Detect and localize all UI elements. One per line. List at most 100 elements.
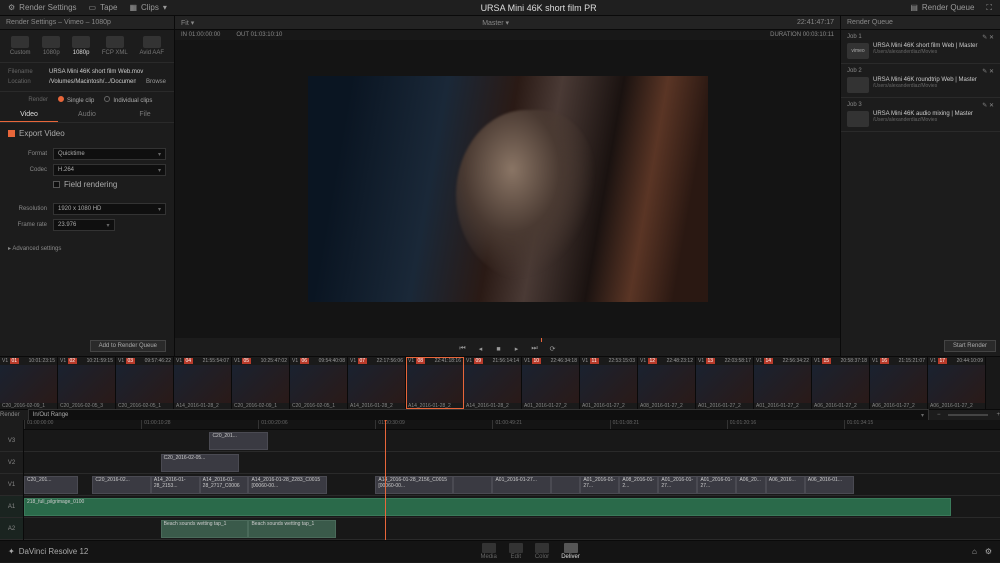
clip-thumb[interactable]: V1 1720:44:10:09A06_2016-01-27_2: [928, 357, 986, 409]
clip-thumb[interactable]: V1 1222:48:23:12A08_2016-01-27_2: [638, 357, 696, 409]
field-rendering-checkbox[interactable]: [53, 181, 60, 188]
master-dropdown[interactable]: Master: [482, 20, 503, 27]
timeline-clip[interactable]: A06_2016...: [766, 476, 805, 494]
resolution-select[interactable]: 1920 x 1080 HD: [53, 203, 166, 215]
timeline-clip[interactable]: C20_201...: [209, 432, 268, 450]
add-to-queue-button[interactable]: Add to Render Queue: [90, 340, 166, 352]
pencil-icon[interactable]: ✎: [982, 69, 987, 75]
zoom-in-icon[interactable]: +: [996, 412, 1000, 418]
timeline-clip[interactable]: A01_2016-01-27...: [580, 476, 619, 494]
render-queue-toggle[interactable]: ▤Render Queue: [910, 3, 974, 12]
viewer-scrubber[interactable]: [541, 338, 542, 342]
zoom-out-icon[interactable]: −: [937, 412, 941, 418]
export-video-checkbox[interactable]: [8, 130, 15, 137]
timeline-clip[interactable]: A08_2016-01-2...: [619, 476, 658, 494]
timeline-clip[interactable]: A14_2016-01-28_2717_C0006: [200, 476, 249, 494]
tab-file[interactable]: File: [116, 108, 174, 122]
timeline-clip[interactable]: A01_2016-01-27...: [492, 476, 551, 494]
clip-thumb[interactable]: V1 1022:46:34:18A01_2016-01-27_2: [522, 357, 580, 409]
timeline-clip[interactable]: 218_full_pilgrimage_0100: [24, 498, 951, 516]
track-v1[interactable]: V1: [0, 474, 23, 496]
step-back-icon[interactable]: ◂: [475, 344, 487, 354]
clip-thumb[interactable]: V1 0822:41:18:16A14_2016-01-28_2: [406, 357, 464, 409]
close-icon[interactable]: ✕: [989, 35, 994, 41]
timeline-clip[interactable]: A06_20...: [736, 476, 765, 494]
page-color[interactable]: Color: [535, 543, 549, 560]
close-icon[interactable]: ✕: [989, 69, 994, 75]
expand-icon[interactable]: ⛶: [986, 3, 992, 13]
start-render-button[interactable]: Start Render: [944, 340, 996, 352]
browse-button[interactable]: Browse: [146, 77, 166, 87]
loop-icon[interactable]: ⟳: [547, 344, 559, 354]
stop-icon[interactable]: ■: [493, 344, 505, 354]
sliders-icon: ⚙: [8, 3, 15, 12]
timeline-clip[interactable]: A06_2016-01...: [805, 476, 854, 494]
track-a1[interactable]: A1: [0, 496, 23, 518]
close-icon[interactable]: ✕: [989, 103, 994, 109]
playhead[interactable]: [385, 420, 386, 540]
timeline: V3 V2 V1 A1 A2 01:00:00:0001:00:10:2801:…: [0, 420, 1000, 540]
timeline-clip[interactable]: [453, 476, 492, 494]
timeline-clip[interactable]: A14_2016-01-28_2153...: [151, 476, 200, 494]
clip-thumb[interactable]: V1 1520:58:37:18A06_2016-01-27_2: [812, 357, 870, 409]
tab-audio[interactable]: Audio: [58, 108, 116, 122]
clip-thumb[interactable]: V1 0722:17:56:06A14_2016-01-28_2: [348, 357, 406, 409]
timeline-clip[interactable]: C20_2016-02-05...: [161, 454, 239, 472]
render-settings-toggle[interactable]: ⚙Render Settings: [8, 3, 77, 12]
codec-select[interactable]: H.264: [53, 164, 166, 176]
goto-end-icon[interactable]: ⏭: [529, 344, 541, 354]
preset-avid aaf[interactable]: Avid AAF: [140, 36, 165, 56]
clips-toggle[interactable]: ▦Clips ▾: [129, 3, 166, 12]
timeline-clip[interactable]: A14_2016-01-28_2156_C0015 [00060-00...: [375, 476, 453, 494]
format-select[interactable]: Quicktime: [53, 148, 166, 160]
resolve-logo-icon: ✦: [8, 547, 15, 556]
timeline-clip[interactable]: A01_2016-01-27...: [697, 476, 736, 494]
individual-clips-radio[interactable]: Individual clips: [104, 96, 152, 104]
pencil-icon[interactable]: ✎: [982, 35, 987, 41]
track-v2[interactable]: V2: [0, 452, 23, 474]
play-icon[interactable]: ▸: [511, 344, 523, 354]
render-job[interactable]: Job 3✎ ✕URSA Mini 46K audio mixing | Mas…: [841, 98, 1000, 132]
preset-custom[interactable]: Custom: [10, 36, 31, 56]
clip-thumb[interactable]: V1 1621:15:21:07A06_2016-01-27_2: [870, 357, 928, 409]
clip-thumb[interactable]: V1 0210:21:59:15C20_2016-02-05_3: [58, 357, 116, 409]
zoom-slider[interactable]: [948, 414, 988, 416]
goto-start-icon[interactable]: ⏮: [457, 344, 469, 354]
timeline-clip[interactable]: Beach sounds wetting tap_1: [161, 520, 249, 538]
page-deliver[interactable]: Deliver: [561, 543, 580, 560]
clip-thumb[interactable]: V1 0921:56:14:14A14_2016-01-28_2: [464, 357, 522, 409]
timeline-clip[interactable]: A14_2016-01-28_2283_C0015 [00060-00...: [248, 476, 326, 494]
timeline-clip[interactable]: C20_201...: [24, 476, 78, 494]
clip-thumb[interactable]: V1 1422:56:34:22A01_2016-01-27_2: [754, 357, 812, 409]
single-clip-radio[interactable]: Single clip: [58, 96, 94, 104]
settings-icon[interactable]: ⚙: [985, 547, 992, 556]
preset-fcp xml[interactable]: FCP XML: [102, 36, 128, 56]
clip-thumb[interactable]: V1 1322:03:58:17A01_2016-01-27_2: [696, 357, 754, 409]
track-v3[interactable]: V3: [0, 430, 23, 452]
track-a2[interactable]: A2: [0, 518, 23, 540]
timeline-clip[interactable]: A01_2016-01-27...: [658, 476, 697, 494]
render-job[interactable]: Job 1✎ ✕vimeoURSA Mini 46K short film We…: [841, 30, 1000, 64]
timeline-ruler[interactable]: 01:00:00:0001:00:10:2801:00:20:0601:00:3…: [24, 420, 1000, 430]
timeline-clip[interactable]: C20_2016-02...: [92, 476, 151, 494]
tab-video[interactable]: Video: [0, 108, 58, 122]
preset-1080p[interactable]: 1080p: [72, 36, 90, 56]
render-job[interactable]: Job 2✎ ✕URSA Mini 46K roundtrip Web | Ma…: [841, 64, 1000, 98]
timeline-clip[interactable]: [551, 476, 580, 494]
tape-toggle[interactable]: ▭Tape: [89, 3, 118, 12]
fit-dropdown[interactable]: Fit: [181, 20, 189, 27]
clip-thumb[interactable]: V1 0421:55:54:07A14_2016-01-28_2: [174, 357, 232, 409]
preset-1080p[interactable]: 1080p: [42, 36, 60, 56]
clip-thumb[interactable]: V1 0110:01:23:15C20_2016-02-09_1: [0, 357, 58, 409]
clip-thumb[interactable]: V1 1122:53:15:03A01_2016-01-27_2: [580, 357, 638, 409]
page-media[interactable]: Media: [481, 543, 497, 560]
page-edit[interactable]: Edit: [509, 543, 523, 560]
clip-thumb[interactable]: V1 0510:25:47:02C20_2016-02-09_1: [232, 357, 290, 409]
pencil-icon[interactable]: ✎: [982, 103, 987, 109]
home-icon[interactable]: ⌂: [972, 547, 977, 556]
timeline-clip[interactable]: Beach sounds wetting tap_1: [248, 520, 336, 538]
advanced-settings-toggle[interactable]: ▸ Advanced settings: [0, 241, 174, 256]
framerate-select[interactable]: 23.976: [53, 219, 115, 231]
clip-thumb[interactable]: V1 0609:54:40:08C20_2016-02-05_1: [290, 357, 348, 409]
clip-thumb[interactable]: V1 0309:57:46:22C20_2016-02-05_1: [116, 357, 174, 409]
